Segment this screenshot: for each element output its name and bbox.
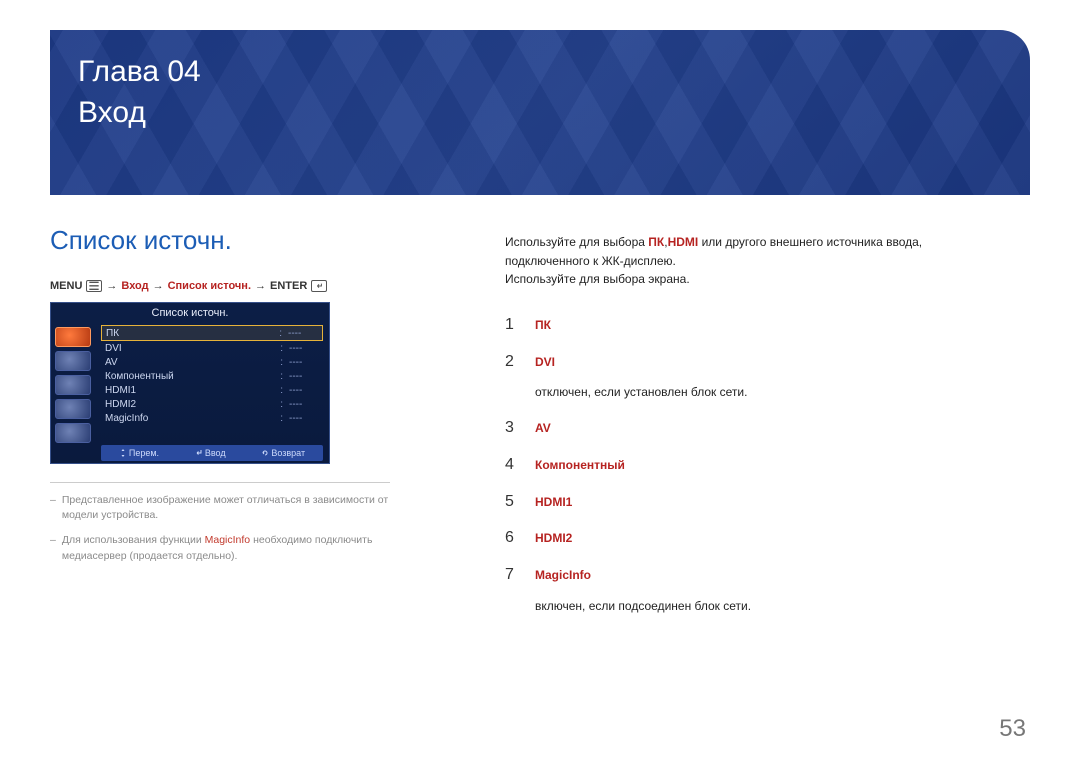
list-label: DVI bbox=[535, 353, 555, 372]
footnote-dash: – bbox=[50, 493, 56, 523]
osd-row: Компонентный : ---- bbox=[101, 369, 323, 383]
chapter-name: Вход bbox=[78, 93, 1002, 134]
chapter-title: Глава 04 Вход bbox=[50, 30, 1030, 133]
breadcrumb-menu-label: MENU bbox=[50, 280, 82, 292]
osd-row-colon: : bbox=[280, 371, 283, 382]
breadcrumb-step-1: Вход bbox=[121, 280, 148, 292]
intro-text: Используйте для выбора ПК,HDMI или друго… bbox=[505, 233, 1004, 289]
osd-title: Список источн. bbox=[51, 303, 329, 321]
footnote-dash: – bbox=[50, 533, 56, 563]
breadcrumb-step-2: Список источн. bbox=[168, 280, 251, 292]
breadcrumb-arrow: → bbox=[106, 280, 117, 292]
osd-footer-back: Возврат bbox=[261, 448, 305, 458]
breadcrumb-arrow: → bbox=[153, 280, 164, 292]
osd-row: AV : ---- bbox=[101, 355, 323, 369]
footnote-2: – Для использования функции MagicInfo не… bbox=[50, 533, 390, 563]
list-number: 4 bbox=[505, 453, 521, 478]
menu-icon bbox=[86, 280, 102, 292]
page-number: 53 bbox=[999, 715, 1026, 743]
list-number: 7 bbox=[505, 563, 521, 588]
osd-row-label: ПК bbox=[106, 328, 273, 339]
osd-footer-move: Перем. bbox=[119, 448, 159, 458]
list-number: 2 bbox=[505, 350, 521, 375]
chapter-number: Глава 04 bbox=[78, 52, 1002, 93]
list-label: AV bbox=[535, 419, 551, 438]
osd-row: ПК : ---- bbox=[101, 325, 323, 341]
osd-row: DVI : ---- bbox=[101, 341, 323, 355]
enter-icon bbox=[311, 280, 327, 292]
osd-row-value: ---- bbox=[289, 399, 319, 410]
list-note: отключен, если установлен блок сети. bbox=[505, 380, 1004, 410]
osd-sidebar bbox=[55, 325, 95, 443]
osd-row-value: ---- bbox=[289, 357, 319, 368]
osd-row-colon: : bbox=[280, 343, 283, 354]
footnote-highlight: MagicInfo bbox=[205, 534, 251, 546]
osd-row-value: ---- bbox=[288, 328, 318, 339]
osd-row-colon: : bbox=[280, 399, 283, 410]
osd-row-label: AV bbox=[105, 357, 274, 368]
osd-row-value: ---- bbox=[289, 413, 319, 424]
osd-list: ПК : ---- DVI : ---- AV : ---- Компонент… bbox=[101, 325, 323, 425]
osd-side-icon bbox=[55, 423, 91, 443]
list-label: HDMI2 bbox=[535, 529, 572, 548]
osd-row-label: HDMI1 bbox=[105, 385, 274, 396]
content-area: Список источн. MENU → Вход → Список исто… bbox=[50, 225, 1030, 574]
osd-side-icon bbox=[55, 375, 91, 395]
osd-row-label: HDMI2 bbox=[105, 399, 274, 410]
list-number: 3 bbox=[505, 416, 521, 441]
list-item: 3 AV bbox=[505, 410, 1004, 447]
intro-highlight: HDMI bbox=[668, 235, 699, 249]
osd-screenshot: Список источн. ПК : ---- DVI : ---- bbox=[50, 302, 330, 464]
osd-side-icon bbox=[55, 327, 91, 347]
footnote-1: – Представленное изображение может отлич… bbox=[50, 493, 390, 523]
osd-footer: Перем. Ввод Возврат bbox=[101, 445, 323, 461]
right-column: Используйте для выбора ПК,HDMI или друго… bbox=[505, 233, 1004, 624]
footnote-text: Для использования функции MagicInfo необ… bbox=[62, 533, 390, 563]
osd-row-value: ---- bbox=[289, 371, 319, 382]
page: Глава 04 Вход Список источн. MENU → Вход… bbox=[0, 0, 1080, 763]
footnote-text: Представленное изображение может отличат… bbox=[62, 493, 390, 523]
breadcrumb-enter-label: ENTER bbox=[270, 280, 307, 292]
list-label: Компонентный bbox=[535, 456, 625, 475]
source-list: 1 ПК 2 DVI отключен, если установлен бло… bbox=[505, 307, 1004, 624]
footnotes: – Представленное изображение может отлич… bbox=[50, 482, 390, 564]
list-item: 4 Компонентный bbox=[505, 447, 1004, 484]
list-note: включен, если подсоединен блок сети. bbox=[505, 594, 1004, 624]
intro-highlight: ПК bbox=[648, 235, 664, 249]
list-label: MagicInfo bbox=[535, 566, 591, 585]
osd-row-label: DVI bbox=[105, 343, 274, 354]
osd-row-colon: : bbox=[280, 357, 283, 368]
list-number: 1 bbox=[505, 313, 521, 338]
list-number: 5 bbox=[505, 490, 521, 515]
osd-row: MagicInfo : ---- bbox=[101, 411, 323, 425]
osd-row: HDMI2 : ---- bbox=[101, 397, 323, 411]
chapter-header: Глава 04 Вход bbox=[50, 30, 1030, 195]
list-item: 7 MagicInfo bbox=[505, 557, 1004, 594]
intro-line2: Используйте для выбора экрана. bbox=[505, 270, 1004, 289]
osd-row-colon: : bbox=[280, 413, 283, 424]
osd-row-colon: : bbox=[280, 385, 283, 396]
list-item: 6 HDMI2 bbox=[505, 520, 1004, 557]
osd-row-label: Компонентный bbox=[105, 371, 274, 382]
osd-row-value: ---- bbox=[289, 343, 319, 354]
list-item: 5 HDMI1 bbox=[505, 484, 1004, 521]
osd-side-icon bbox=[55, 399, 91, 419]
list-item: 1 ПК bbox=[505, 307, 1004, 344]
list-label: ПК bbox=[535, 316, 551, 335]
list-label: HDMI1 bbox=[535, 493, 572, 512]
osd-side-icon bbox=[55, 351, 91, 371]
breadcrumb-arrow: → bbox=[255, 280, 266, 292]
osd-row: HDMI1 : ---- bbox=[101, 383, 323, 397]
osd-row-colon: : bbox=[279, 328, 282, 339]
list-item: 2 DVI bbox=[505, 344, 1004, 381]
osd-footer-enter: Ввод bbox=[195, 448, 226, 458]
osd-row-label: MagicInfo bbox=[105, 413, 274, 424]
list-number: 6 bbox=[505, 526, 521, 551]
osd-row-value: ---- bbox=[289, 385, 319, 396]
